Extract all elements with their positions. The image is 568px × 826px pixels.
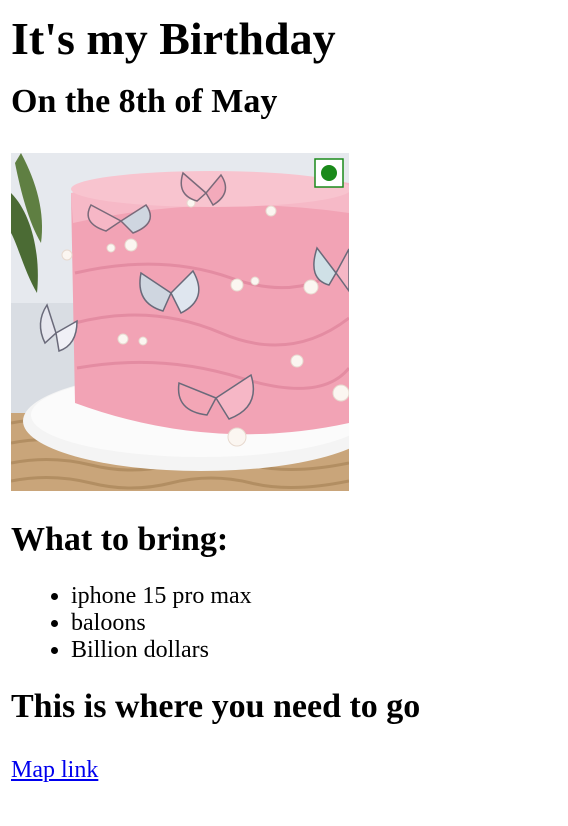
green-dot-icon	[314, 158, 344, 188]
cake-image	[11, 153, 349, 491]
location-heading: This is where you need to go	[11, 688, 421, 725]
bring-list: iphone 15 pro max baloons Billion dollar…	[11, 583, 557, 664]
map-link[interactable]: Map link	[11, 756, 98, 784]
page-title: It's my Birthday	[11, 13, 336, 64]
date-heading: On the 8th of May	[11, 83, 278, 120]
list-item: iphone 15 pro max	[71, 583, 557, 610]
list-item: Billion dollars	[71, 637, 557, 664]
page-content: It's my Birthday On the 8th of May What …	[0, 0, 568, 784]
bring-heading: What to bring:	[11, 521, 229, 558]
list-item: baloons	[71, 610, 557, 637]
